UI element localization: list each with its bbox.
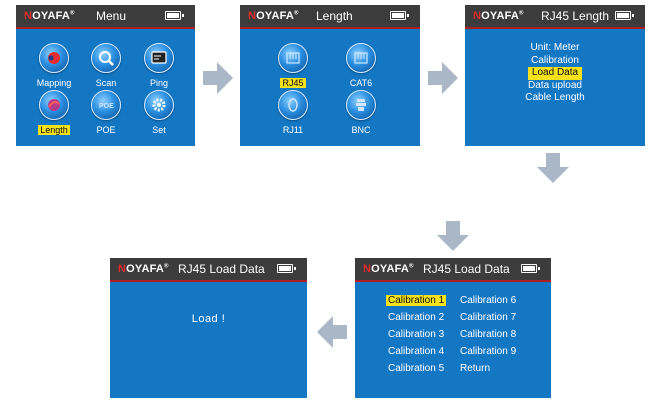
calibration-item[interactable]: Calibration 4 xyxy=(388,343,446,360)
calibration-item[interactable]: Calibration 1 xyxy=(386,295,447,306)
menu-item-calibration[interactable]: Calibration xyxy=(465,55,645,68)
set-icon xyxy=(144,90,174,120)
rj45-length-menu: Unit: Meter Calibration Load Data Data u… xyxy=(465,42,645,105)
calibration-column-left: Calibration 1 Calibration 2 Calibration … xyxy=(386,292,447,377)
length-item-label: RJ11 xyxy=(282,125,304,135)
calibration-item[interactable]: Calibration 2 xyxy=(388,309,446,326)
title-bar: NOYAFA® RJ45 Load Data xyxy=(110,258,307,282)
screen-title: Menu xyxy=(96,9,127,23)
menu-item-label: Set xyxy=(152,125,166,135)
arrow-down-icon xyxy=(537,153,569,183)
battery-icon xyxy=(615,11,634,20)
menu-item-load-data[interactable]: Load Data xyxy=(527,67,583,80)
brand-logo: NOYAFA® xyxy=(473,10,524,22)
brand-logo: NOYAFA® xyxy=(248,10,299,22)
rj45-load-data-screen: NOYAFA® RJ45 Load Data Calibration 1 Cal… xyxy=(355,258,551,398)
battery-icon xyxy=(521,264,540,273)
menu-item-unit[interactable]: Unit: Meter xyxy=(465,42,645,55)
battery-icon xyxy=(277,264,296,273)
rj45-icon xyxy=(278,43,308,73)
calibration-column-right: Calibration 6 Calibration 7 Calibration … xyxy=(460,292,516,377)
brand-logo: NOYAFA® xyxy=(363,263,414,275)
length-screen: NOYAFA® Length RJ45 CAT6 RJ11 BNC xyxy=(240,5,420,146)
arrow-down-icon xyxy=(437,221,469,251)
brand-logo: NOYAFA® xyxy=(118,263,169,275)
calibration-item[interactable]: Calibration 7 xyxy=(460,309,516,326)
title-bar: NOYAFA® RJ45 Load Data xyxy=(355,258,551,282)
screen-title: RJ45 Load Data xyxy=(178,262,265,276)
title-bar: NOYAFA® RJ45 Length xyxy=(465,5,645,29)
cat6-icon xyxy=(346,43,376,73)
arrow-left-icon xyxy=(317,316,347,348)
bnc-icon xyxy=(346,90,376,120)
length-item-cat6[interactable]: CAT6 xyxy=(313,43,409,91)
length-item-bnc[interactable]: BNC xyxy=(313,90,409,138)
length-item-label: BNC xyxy=(351,125,371,135)
ping-icon xyxy=(144,43,174,73)
screen-title: Length xyxy=(316,9,353,23)
menu-item-data-upload[interactable]: Data upload xyxy=(465,80,645,93)
rj45-length-screen: NOYAFA® RJ45 Length Unit: Meter Calibrat… xyxy=(465,5,645,146)
return-item[interactable]: Return xyxy=(460,360,516,377)
menu-item-set[interactable]: Set xyxy=(111,90,195,138)
menu-screen: NOYAFA® Menu Mapping Scan Ping Length PO… xyxy=(16,5,195,146)
calibration-item[interactable]: Calibration 5 xyxy=(388,360,446,377)
menu-item-label: Ping xyxy=(149,78,168,88)
rj11-icon xyxy=(278,90,308,120)
menu-item-ping[interactable]: Ping xyxy=(111,43,195,91)
arrow-right-icon xyxy=(428,62,458,94)
battery-icon xyxy=(390,11,409,20)
battery-icon xyxy=(165,11,184,20)
length-item-label: RJ45 xyxy=(280,78,306,88)
title-bar: NOYAFA® Menu xyxy=(16,5,195,29)
calibration-item[interactable]: Calibration 9 xyxy=(460,343,516,360)
calibration-item[interactable]: Calibration 8 xyxy=(460,326,516,343)
menu-item-cable-length[interactable]: Cable Length xyxy=(465,92,645,105)
calibration-item[interactable]: Calibration 3 xyxy=(388,326,446,343)
load-result-screen: NOYAFA® RJ45 Load Data Load ! xyxy=(110,258,307,398)
load-message: Load ! xyxy=(191,313,226,325)
arrow-right-icon xyxy=(203,62,233,94)
screen-title: RJ45 Load Data xyxy=(423,262,510,276)
brand-logo: NOYAFA® xyxy=(24,10,75,22)
title-bar: NOYAFA® Length xyxy=(240,5,420,29)
length-item-label: CAT6 xyxy=(349,78,373,88)
calibration-item[interactable]: Calibration 6 xyxy=(460,292,516,309)
screen-title: RJ45 Length xyxy=(541,9,610,23)
